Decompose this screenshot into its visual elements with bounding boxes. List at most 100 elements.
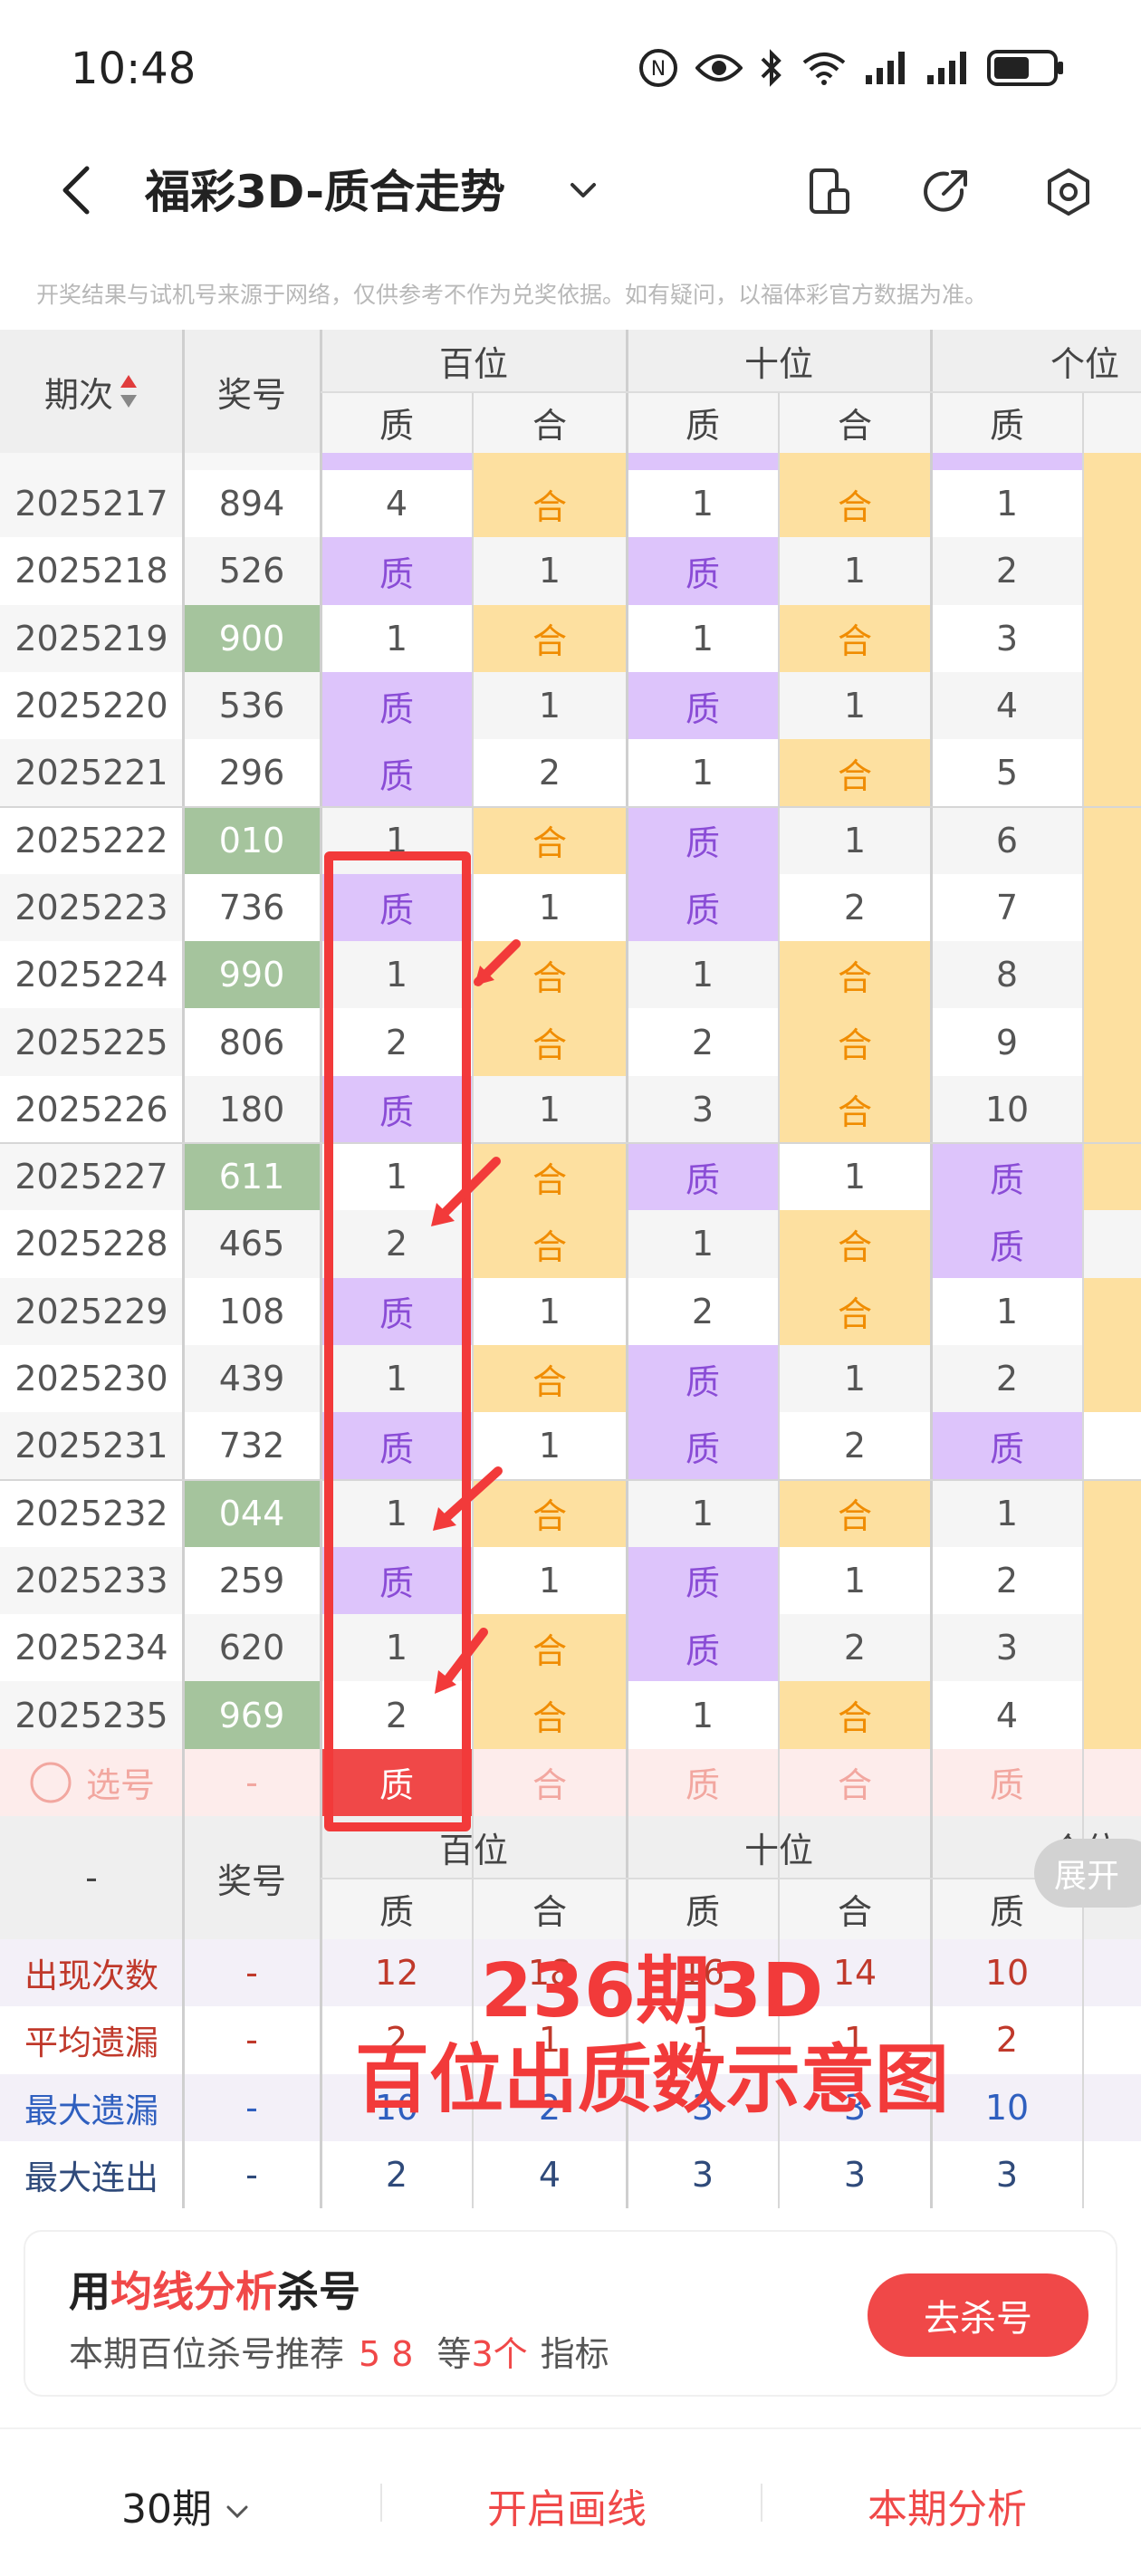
trend-cell: 质 bbox=[627, 1412, 779, 1480]
device-switch-icon[interactable] bbox=[802, 165, 857, 219]
trend-cell: 2 bbox=[627, 1277, 779, 1345]
select-cell[interactable]: 合 bbox=[779, 1748, 931, 1816]
period-cell: 2025222 bbox=[0, 806, 183, 874]
footer-sub-header-1: 合 bbox=[473, 1878, 627, 1939]
select-number-cell: - bbox=[183, 1748, 321, 1816]
period-cell: 2025227 bbox=[0, 1143, 183, 1211]
trend-cell: 1 bbox=[931, 470, 1083, 538]
radio-circle-icon[interactable] bbox=[28, 1760, 73, 1805]
trend-cell: 8 bbox=[931, 941, 1083, 1009]
trend-cell: 1 bbox=[627, 941, 779, 1009]
trend-cell: 合 bbox=[779, 604, 931, 672]
trend-cell: 合 bbox=[473, 604, 627, 672]
stats-label: 出现次数 bbox=[24, 1956, 158, 1996]
kill-number-card[interactable]: 用均线分析杀号 本期百位杀号推荐 5 8 等3个 指标 去杀号 bbox=[25, 2232, 1116, 2395]
trend-cell: 1 bbox=[627, 1210, 779, 1278]
select-number-toggle[interactable]: 选号 bbox=[0, 1748, 183, 1816]
stats-dash: - bbox=[245, 2155, 258, 2196]
trend-cell: 质 bbox=[627, 1344, 779, 1413]
column-header-period[interactable]: 期次 bbox=[0, 330, 183, 453]
grid-line bbox=[321, 1878, 1141, 1879]
period-cell: 2025230 bbox=[0, 1344, 183, 1413]
select-cell-extra[interactable] bbox=[1083, 1748, 1141, 1816]
bluetooth-icon bbox=[761, 49, 781, 87]
trend-cell: 1 bbox=[779, 1344, 931, 1413]
sort-icon[interactable] bbox=[119, 373, 139, 409]
share-icon[interactable] bbox=[920, 165, 974, 219]
annotation-line-2: 百位出质数示意图 bbox=[354, 2037, 949, 2123]
bottom-bar: 30期 开启画线 本期分析 bbox=[0, 2427, 1141, 2576]
trend-cell-extra bbox=[1083, 671, 1141, 740]
page-title[interactable]: 福彩3D-质合走势 bbox=[145, 163, 505, 221]
card-title: 用均线分析杀号 bbox=[69, 2267, 360, 2316]
trend-cell: 1 bbox=[473, 873, 627, 942]
status-icons: N bbox=[638, 45, 1065, 91]
kill-number-button[interactable]: 去杀号 bbox=[868, 2273, 1088, 2357]
trend-cell: 1 bbox=[779, 537, 931, 605]
select-cell[interactable]: 质 bbox=[931, 1748, 1083, 1816]
trend-cell: 3 bbox=[931, 604, 1083, 672]
settings-icon[interactable] bbox=[1041, 165, 1096, 219]
trend-cell-extra bbox=[1083, 453, 1141, 470]
trend-cell-extra bbox=[1083, 1546, 1141, 1615]
trend-cell: 2 bbox=[779, 1412, 931, 1480]
grid-line bbox=[778, 391, 780, 2209]
trend-cell: 1 bbox=[931, 1479, 1083, 1547]
chevron-down-icon bbox=[226, 2505, 248, 2519]
number-cell: 990 bbox=[183, 941, 321, 1009]
chevron-down-icon[interactable] bbox=[565, 172, 601, 208]
stats-label: 平均遗漏 bbox=[24, 2023, 158, 2063]
trend-cell-extra bbox=[1083, 873, 1141, 942]
number-cell: 010 bbox=[183, 806, 321, 874]
trend-cell: 合 bbox=[779, 1681, 931, 1749]
expand-button[interactable]: 展开 bbox=[1034, 1839, 1141, 1908]
trend-cell: 1 bbox=[473, 537, 627, 605]
sub-header-1: 合 bbox=[473, 391, 627, 453]
trend-cell-extra bbox=[1083, 537, 1141, 605]
period-cell: 2025224 bbox=[0, 941, 183, 1009]
back-icon[interactable] bbox=[51, 163, 105, 217]
select-cell[interactable]: 合 bbox=[473, 1748, 627, 1816]
period-cell: 2025220 bbox=[0, 671, 183, 740]
trend-cell: 1 bbox=[627, 604, 779, 672]
group-header-1: 十位 bbox=[743, 343, 813, 384]
trend-cell: 合 bbox=[779, 739, 931, 807]
group-divider bbox=[0, 805, 1141, 808]
sub-header-2: 质 bbox=[627, 391, 779, 453]
status-time: 10:48 bbox=[71, 43, 197, 94]
annotation-line-1: 236期3D bbox=[480, 1948, 824, 2034]
number-cell: 108 bbox=[183, 1277, 321, 1345]
period-cell: 2025226 bbox=[0, 1075, 183, 1143]
period-cell: 2025232 bbox=[0, 1479, 183, 1547]
number-cell bbox=[183, 453, 321, 470]
group-header-2: 个位 bbox=[1050, 343, 1120, 384]
period-cell: 2025231 bbox=[0, 1412, 183, 1480]
trend-cell: 1 bbox=[627, 470, 779, 538]
trend-cell: 合 bbox=[779, 1479, 931, 1547]
trend-cell: 1 bbox=[473, 671, 627, 740]
eye-icon bbox=[695, 54, 743, 82]
trend-cell: 质 bbox=[627, 671, 779, 740]
footer-dash: - bbox=[85, 1858, 98, 1898]
svg-text:N: N bbox=[651, 58, 666, 81]
trend-cell: 2 bbox=[931, 537, 1083, 605]
period-cell: 2025234 bbox=[0, 1614, 183, 1682]
period-cell: 2025223 bbox=[0, 873, 183, 942]
draw-line-button[interactable]: 开启画线 bbox=[487, 2476, 647, 2534]
number-cell: 465 bbox=[183, 1210, 321, 1278]
number-cell: 900 bbox=[183, 604, 321, 672]
trend-cell: 质 bbox=[627, 806, 779, 874]
number-cell: 536 bbox=[183, 671, 321, 740]
period-analysis-button[interactable]: 本期分析 bbox=[868, 2476, 1027, 2534]
sub-header-3: 合 bbox=[779, 391, 931, 453]
number-cell: 180 bbox=[183, 1075, 321, 1143]
select-cell[interactable]: 质 bbox=[627, 1748, 779, 1816]
trend-cell-extra bbox=[1083, 806, 1141, 874]
trend-cell: 2 bbox=[779, 873, 931, 942]
trend-cell: 质 bbox=[931, 1412, 1083, 1480]
period-selector[interactable]: 30期 bbox=[121, 2476, 250, 2534]
number-cell: 439 bbox=[183, 1344, 321, 1413]
trend-cell: 6 bbox=[931, 806, 1083, 874]
number-cell: 736 bbox=[183, 873, 321, 942]
number-cell: 526 bbox=[183, 537, 321, 605]
